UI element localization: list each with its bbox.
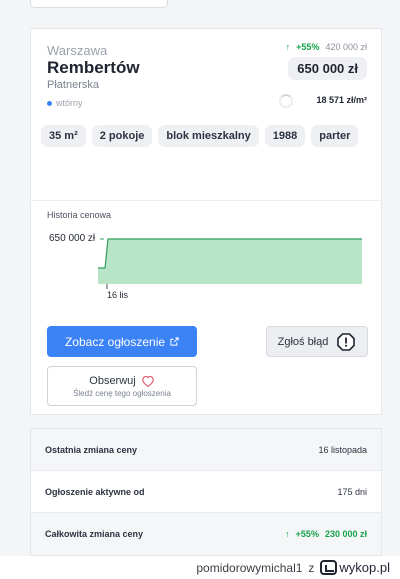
y-tick-label: 650 000 zł: [49, 233, 96, 244]
heart-icon: [142, 375, 154, 387]
market-label: wtórny: [56, 98, 83, 108]
follow-subtitle: Śledź cenę tego ogłoszenia: [73, 388, 171, 398]
footer-username: pomidorowymichal1: [196, 560, 303, 575]
x-tick-label: 16 lis: [107, 290, 129, 300]
total-change-pct: +55%: [295, 529, 319, 539]
external-link-icon: [170, 337, 179, 346]
tag-rooms: 2 pokoje: [91, 125, 153, 147]
wykop-logo: wykop.pl: [320, 560, 390, 575]
wykop-logo-icon: [320, 560, 338, 575]
price-change-amount: 420 000 zł: [325, 42, 367, 52]
total-change-up-icon: ↑: [285, 529, 290, 539]
info-value: 16 listopada: [318, 444, 367, 455]
price-change-pct: +55%: [296, 42, 320, 52]
tag-year: 1988: [264, 125, 306, 147]
price-area-fill: [98, 239, 362, 284]
price-change-up-icon: ↑: [285, 42, 291, 52]
alert-octagon-icon: [337, 332, 356, 351]
loading-spinner-icon: [279, 94, 293, 108]
open-listing-button[interactable]: Zobacz ogłoszenie: [47, 326, 197, 357]
follow-button[interactable]: Obserwuj Śledź cenę tego ogłoszenia: [47, 366, 197, 406]
info-label: Ostatnia zmiana ceny: [45, 444, 138, 455]
price-per-m2: 18 571 zł/m²: [316, 95, 367, 105]
wykop-site-name: wykop.pl: [339, 560, 390, 575]
listing-info-table: Ostatnia zmiana ceny 16 listopada Ogłosz…: [30, 428, 382, 556]
price-history-panel: Historia cenowa 650 000 zł 16 lis Zobacz…: [30, 200, 382, 415]
top-card-stub: [30, 0, 168, 8]
listing-district: Rembertów: [47, 58, 140, 77]
listing-city: Warszawa: [47, 43, 108, 58]
listing-card: Warszawa Rembertów Płatnerska wtórny ↑ +…: [30, 28, 382, 200]
watermark-footer: pomidorowymichal1 z wykop.pl: [0, 556, 400, 579]
market-dot-icon: [47, 100, 52, 106]
follow-label: Obserwuj: [89, 374, 136, 387]
info-value: 175 dni: [337, 486, 367, 497]
current-price: 650 000 zł: [288, 57, 367, 80]
tag-area: 35 m²: [41, 125, 86, 147]
info-label: Ogłoszenie aktywne od: [45, 486, 145, 497]
market-type: wtórny: [47, 98, 83, 108]
tag-building-type: blok mieszkalny: [158, 125, 259, 147]
info-row-last-change: Ostatnia zmiana ceny 16 listopada: [31, 429, 381, 471]
price-change-summary: ↑ +55% 420 000 zł: [286, 42, 367, 52]
history-title: Historia cenowa: [47, 210, 112, 220]
report-error-button[interactable]: Zgłoś błąd: [266, 326, 368, 357]
listing-street: Płatnerska: [47, 79, 99, 91]
price-history-chart: 650 000 zł 16 lis: [49, 233, 362, 300]
info-row-active-since: Ogłoszenie aktywne od 175 dni: [31, 471, 381, 513]
info-row-total-change: Całkowita zmiana ceny ↑ +55% 230 000 zł: [31, 513, 381, 555]
total-change-value: ↑ +55% 230 000 zł: [285, 529, 367, 539]
listing-tags: 35 m² 2 pokoje blok mieszkalny 1988 part…: [41, 125, 371, 147]
total-change-amount: 230 000 zł: [324, 529, 367, 539]
tag-floor: parter: [311, 125, 359, 147]
info-label: Całkowita zmiana ceny: [45, 529, 144, 539]
footer-prefix: z: [308, 560, 315, 575]
report-error-label: Zgłoś błąd: [277, 335, 329, 348]
open-listing-label: Zobacz ogłoszenie: [64, 334, 166, 349]
